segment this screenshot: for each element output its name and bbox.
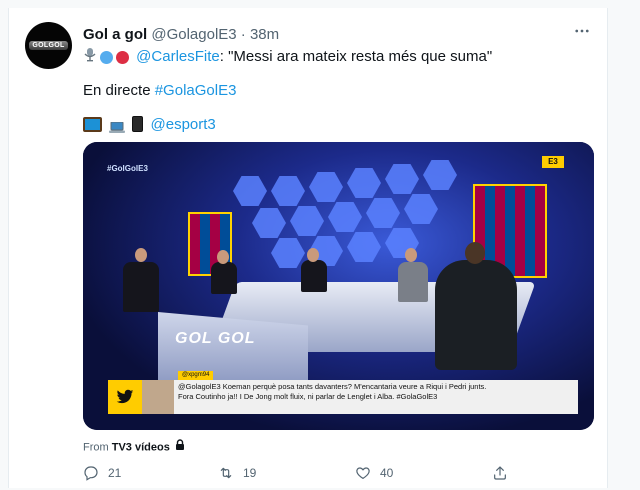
panelist bbox=[211, 262, 237, 294]
reply-button[interactable]: 21 bbox=[83, 463, 121, 483]
panelist-head bbox=[405, 248, 417, 262]
tweet-line-channel: @esport3 bbox=[83, 115, 216, 134]
hashtag-link[interactable]: #GolaGolE3 bbox=[155, 82, 237, 99]
panelist-head bbox=[217, 250, 229, 264]
like-icon bbox=[356, 467, 370, 479]
video-player[interactable]: #GolGolE3 E3 GOL GOL @xpgm94 @GolagolE3 … bbox=[83, 142, 594, 430]
share-icon bbox=[494, 466, 506, 480]
source-name[interactable]: TV3 vídeos bbox=[112, 441, 170, 453]
channel-badge: E3 bbox=[542, 156, 564, 168]
reply-count: 21 bbox=[108, 466, 122, 480]
timestamp[interactable]: 38m bbox=[250, 26, 279, 43]
banner-user: @xpgm94 bbox=[178, 371, 214, 380]
panelist bbox=[398, 262, 428, 302]
corner-tag: #GolGolE3 bbox=[107, 164, 148, 173]
tweet-card[interactable]: GOLGOL Gol a gol @GolagolE3 · 38m @Carle… bbox=[8, 8, 608, 488]
avatar[interactable]: GOLGOL bbox=[25, 22, 72, 69]
retweet-count: 19 bbox=[243, 466, 257, 480]
more-icon[interactable] bbox=[571, 22, 593, 42]
presenter-head bbox=[465, 242, 485, 264]
like-button[interactable]: 40 bbox=[355, 463, 393, 483]
blue-circle-icon bbox=[100, 50, 113, 64]
retweet-button[interactable]: 19 bbox=[218, 463, 256, 483]
tweet-line-live: En directe #GolaGolE3 bbox=[83, 81, 236, 100]
banner-text: @GolagolE3 Koeman perquè posa tants dava… bbox=[178, 382, 578, 402]
mobile-phone-icon bbox=[132, 116, 144, 133]
mention-link[interactable]: @CarlesFite bbox=[136, 48, 220, 65]
from-prefix: From bbox=[83, 441, 112, 454]
live-text: En directe bbox=[83, 82, 155, 99]
retweet-icon bbox=[220, 467, 232, 479]
panelist bbox=[123, 262, 159, 312]
lock-icon bbox=[175, 439, 185, 454]
studio-microphone-icon bbox=[83, 47, 97, 67]
red-circle-icon bbox=[116, 50, 129, 64]
tweet-line-quote: @CarlesFite: "Messi ara mateix resta més… bbox=[83, 47, 492, 67]
like-count: 40 bbox=[380, 466, 394, 480]
source-attribution: From TV3 vídeos bbox=[83, 439, 185, 455]
author-name[interactable]: Gol a gol bbox=[83, 26, 147, 43]
panelist-head bbox=[307, 248, 319, 262]
twitter-bird-icon bbox=[108, 380, 142, 414]
esport3-link[interactable]: @esport3 bbox=[151, 116, 216, 133]
separator: · bbox=[240, 26, 246, 43]
tweet-banner: @xpgm94 @GolagolE3 Koeman perquè posa ta… bbox=[108, 371, 578, 414]
television-icon bbox=[83, 116, 102, 132]
presenter bbox=[435, 260, 517, 370]
banner-line-2: Fora Coutinho ja!! I De Jong molt fluix,… bbox=[178, 392, 438, 401]
laptop-icon bbox=[109, 119, 126, 133]
author-handle[interactable]: @GolagolE3 bbox=[151, 26, 236, 43]
reply-icon bbox=[84, 466, 98, 481]
banner-line-1: @GolagolE3 Koeman perquè posa tants dava… bbox=[178, 382, 487, 391]
panelist-head bbox=[135, 248, 147, 262]
panelist bbox=[301, 260, 327, 292]
action-bar: 21 19 40 bbox=[83, 463, 513, 483]
user-thumbnail bbox=[142, 380, 174, 414]
tweet-header: Gol a gol @GolagolE3 · 38m bbox=[83, 25, 279, 44]
quote-text: : "Messi ara mateix resta més que suma" bbox=[219, 48, 493, 65]
avatar-logo: GOLGOL bbox=[29, 41, 68, 50]
desk-label: GOL GOL bbox=[175, 330, 256, 347]
share-button[interactable] bbox=[492, 463, 517, 483]
